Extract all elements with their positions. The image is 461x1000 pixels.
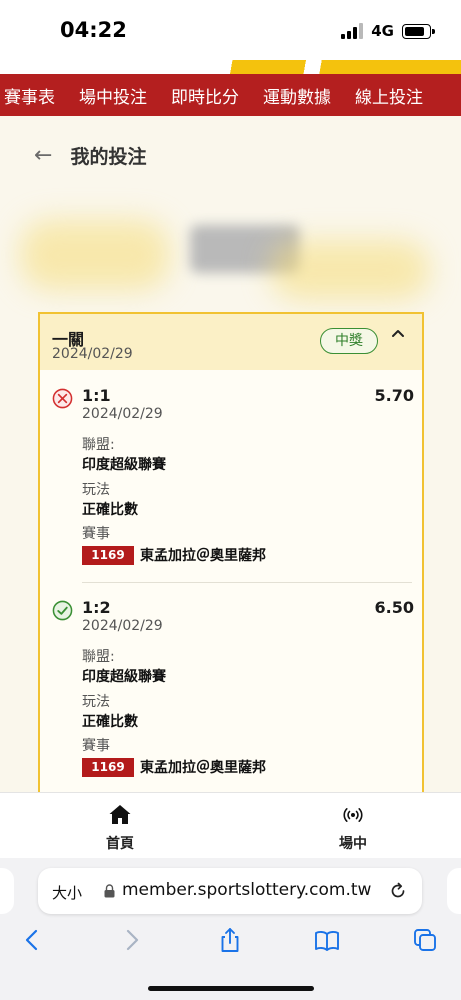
network-type: 4G <box>371 22 394 40</box>
bottom-tab-bar: 首頁 場中 <box>0 792 461 859</box>
tab-live[interactable]: 場中 <box>303 803 403 853</box>
tab-home-label: 首頁 <box>106 836 134 852</box>
reload-icon[interactable] <box>388 881 408 901</box>
bet-selection: 1:2 <box>82 598 111 617</box>
share-icon[interactable] <box>216 926 244 954</box>
nav-item-online-betting[interactable]: 線上投注 <box>342 83 434 108</box>
bet-card-header[interactable]: 一關 2024/02/29 中獎 <box>40 314 422 370</box>
match-info: 1169 東孟加拉＠奧里薩邦 <box>82 757 266 777</box>
bet-date: 2024/02/29 <box>82 406 163 422</box>
text-size-button[interactable]: 大小 <box>52 882 82 903</box>
tabs-icon[interactable] <box>411 926 439 954</box>
nav-item-sports-data[interactable]: 運動數據 <box>250 83 342 108</box>
home-indicator <box>148 986 314 991</box>
forward-chevron-icon[interactable] <box>118 926 146 954</box>
bet-date: 2024/02/29 <box>82 618 163 634</box>
market-label: 玩法 <box>82 482 110 498</box>
home-icon <box>109 805 131 824</box>
league-label: 聯盟: <box>82 649 115 665</box>
previous-tab-preview[interactable] <box>0 868 14 914</box>
bet-divider <box>82 582 412 583</box>
bookmarks-icon[interactable] <box>313 926 341 954</box>
league-value: 印度超級聯賽 <box>82 457 166 473</box>
bet-selection: 1:1 <box>82 386 111 405</box>
event-label: 賽事 <box>82 526 110 542</box>
brand-stripe <box>201 60 461 74</box>
bet-odds: 6.50 <box>374 598 414 617</box>
league-value: 印度超級聯賽 <box>82 669 166 685</box>
lock-icon <box>104 884 115 898</box>
live-broadcast-icon <box>343 808 363 822</box>
match-name: 東孟加拉＠奧里薩邦 <box>140 548 266 564</box>
win-status-badge: 中獎 <box>320 328 378 354</box>
nav-item-live-score[interactable]: 即時比分 <box>158 83 250 108</box>
match-name: 東孟加拉＠奧里薩邦 <box>140 760 266 776</box>
match-code-badge: 1169 <box>82 757 134 777</box>
redacted-area <box>270 240 430 300</box>
lost-x-icon <box>52 388 73 409</box>
next-tab-preview[interactable] <box>447 868 461 914</box>
top-nav: 賽事表 場中投注 即時比分 運動數據 線上投注 <box>0 74 461 116</box>
league-label: 聯盟: <box>82 437 115 453</box>
market-label: 玩法 <box>82 694 110 710</box>
back-arrow-icon[interactable]: ← <box>34 143 52 168</box>
status-bar: 04:22 4G <box>0 0 461 74</box>
status-time: 04:22 <box>60 18 127 42</box>
won-check-icon <box>52 600 73 621</box>
market-value: 正確比數 <box>82 714 138 730</box>
nav-item-live-betting[interactable]: 場中投注 <box>66 83 158 108</box>
battery-icon <box>402 23 435 39</box>
address-bar[interactable]: 大小 member.sportslottery.com.tw <box>38 868 422 914</box>
bet-card: 一關 2024/02/29 中獎 1:1 5.70 2024/02/29 聯盟:… <box>38 312 424 834</box>
tab-home[interactable]: 首頁 <box>70 803 170 853</box>
market-value: 正確比數 <box>82 502 138 518</box>
url-text: member.sportslottery.com.tw <box>122 880 372 900</box>
nav-item-schedule[interactable]: 賽事表 <box>0 83 66 108</box>
app-screen: 04:22 4G 賽事表 場中投注 即時比分 運動數據 線上投注 ← 我的投注 … <box>0 0 461 1000</box>
browser-toolbar <box>0 926 461 966</box>
bet-card-date: 2024/02/29 <box>52 346 133 362</box>
browser-chrome: 大小 member.sportslottery.com.tw <box>0 858 461 1000</box>
status-indicators: 4G <box>341 22 435 40</box>
match-info: 1169 東孟加拉＠奧里薩邦 <box>82 545 266 565</box>
back-chevron-icon[interactable] <box>18 926 46 954</box>
redacted-area <box>20 220 170 290</box>
page-title: 我的投注 <box>70 146 147 168</box>
page-header: ← 我的投注 <box>34 142 146 169</box>
chevron-up-icon[interactable] <box>390 326 406 342</box>
match-code-badge: 1169 <box>82 545 134 565</box>
tab-live-label: 場中 <box>339 836 367 852</box>
bet-odds: 5.70 <box>374 386 414 405</box>
event-label: 賽事 <box>82 738 110 754</box>
signal-icon <box>341 23 364 39</box>
